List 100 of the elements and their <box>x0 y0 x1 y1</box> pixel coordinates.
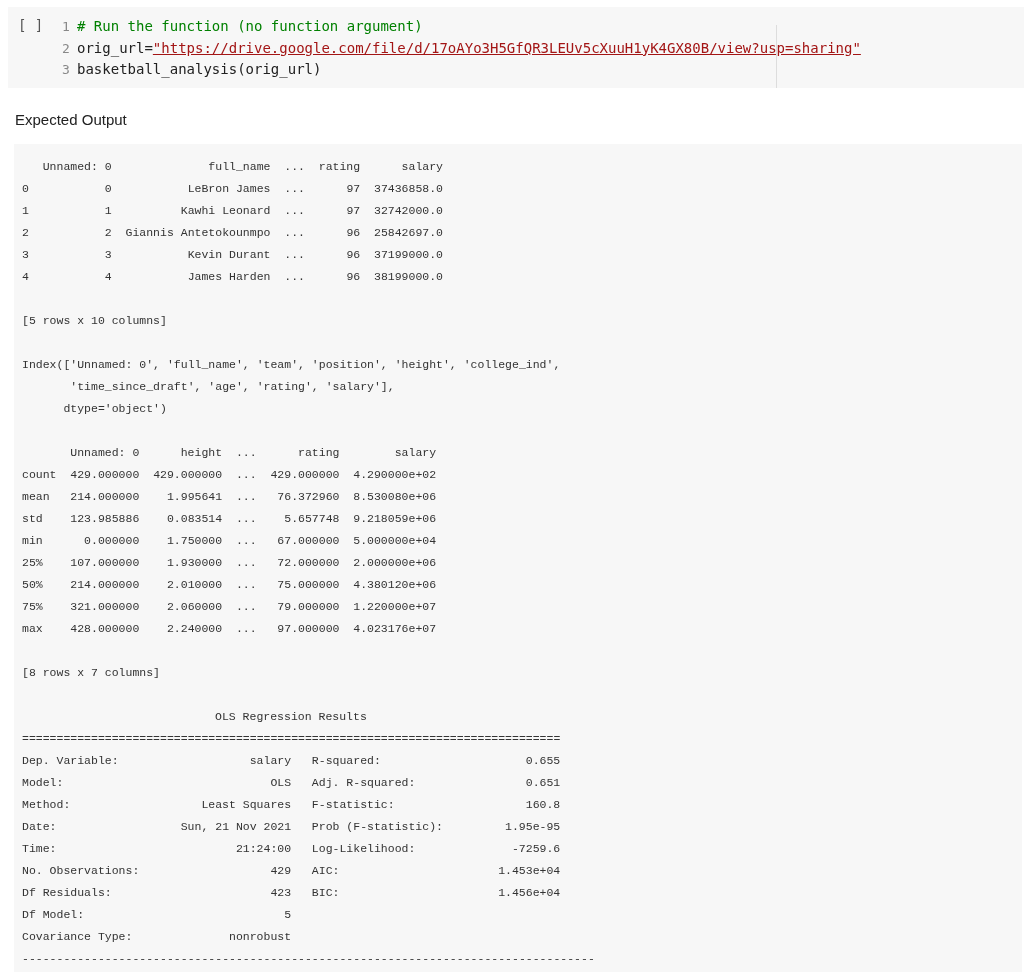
table-cell-text: 96 <box>345 225 361 241</box>
stat-value: 429 <box>269 863 292 879</box>
table-cell-text: 38199000.0 <box>374 269 443 285</box>
table-cell-text: 3 <box>103 247 112 263</box>
table-cell-text: 5.657748 <box>283 511 340 527</box>
rule-line: ============================================================================== <box>22 732 561 745</box>
run-indicator[interactable]: [ ] <box>18 17 62 35</box>
index-output-line: Index(['Unnamed: 0', 'full_name', 'team', 'position', 'height', 'college_ind', <box>22 357 561 373</box>
row-index: 3 <box>22 247 29 263</box>
table-cell-text: 2.060000 <box>165 599 223 615</box>
table-cell-text: ... <box>235 621 257 637</box>
table-cell-text: ... <box>284 269 305 285</box>
stat-label: Prob (F-statistic): <box>310 819 444 835</box>
table-cell-text: 4.290000e+02 <box>353 467 437 483</box>
rule-line: ----------------------------------------------------------------------------------- <box>22 952 595 965</box>
table-cell-text: ... <box>284 181 305 197</box>
table-cell-text: 97.000000 <box>276 621 340 637</box>
row-index: 4 <box>22 269 29 285</box>
row-label: std <box>22 511 44 527</box>
table-cell-text: ... <box>235 555 257 571</box>
table-cell-text: 9.218059e+06 <box>353 511 437 527</box>
table-cell-text: 96 <box>345 247 361 263</box>
table-cell-text: 321.000000 <box>70 599 140 615</box>
table-cell-text: ... <box>284 247 305 263</box>
stat-label: Log-Likelihood: <box>310 841 417 857</box>
column-header: Unnamed: 0 <box>70 445 140 461</box>
line-number: 1 <box>62 18 71 36</box>
table-cell-text: 97 <box>345 181 361 197</box>
table-cell-text: 4 <box>103 269 112 285</box>
column-header: ... <box>284 159 305 175</box>
table-cell-text: Kawhi Leonard <box>179 203 271 219</box>
stat-label: Df Model: <box>22 907 86 923</box>
row-label: 75% <box>22 599 44 615</box>
stat-label: Date: <box>22 819 58 835</box>
column-header: ... <box>235 445 257 461</box>
table-cell-text: ... <box>235 467 257 483</box>
table-cell-text: 107.000000 <box>70 555 140 571</box>
row-label: 50% <box>22 577 44 593</box>
table-cell-text: 75.000000 <box>276 577 340 593</box>
table-cell-text: 2.010000 <box>165 577 223 593</box>
stat-value: -7259.6 <box>510 841 561 857</box>
stat-value: Sun, 21 Nov 2021 <box>180 819 292 835</box>
row-index: 2 <box>22 225 29 241</box>
url-string-link[interactable]: "https://drive.google.com/file/d/17oAYo3H5GfQR3LEUv5cXuuH1yK4GX80B/view?usp=sharing" <box>152 39 861 56</box>
column-header: Unnamed: 0 <box>42 159 112 175</box>
table-cell-text: 429.000000 <box>270 467 340 483</box>
table-cell-text: Kevin Durant <box>186 247 271 263</box>
stat-value: nonrobust <box>228 929 292 945</box>
table-cell-text: 429.000000 <box>70 467 140 483</box>
stat-value: Least Squares <box>200 797 292 813</box>
table-cell-text: 67.000000 <box>276 533 340 549</box>
table-cell-text: 37436858.0 <box>374 181 443 197</box>
stat-label: Model: <box>22 775 65 791</box>
code-text: basketball_analysis(orig_url) <box>77 61 322 77</box>
table-cell-text: 428.000000 <box>70 621 140 637</box>
table-cell-text: 2.240000 <box>165 621 223 637</box>
table-cell-text: ... <box>235 533 257 549</box>
table-cell-text: 96 <box>345 269 361 285</box>
stat-label: F-statistic: <box>310 797 396 813</box>
table-cell-text: ... <box>284 203 305 219</box>
output-heading: Expected Output <box>15 111 127 128</box>
table-cell-text: 72.000000 <box>276 555 340 571</box>
row-index: 0 <box>22 181 29 197</box>
stat-value: 1.95e-95 <box>504 819 561 835</box>
line-number: 3 <box>62 61 71 79</box>
table-cell-text: James Harden <box>186 269 271 285</box>
table-cell-text: 123.985886 <box>70 511 140 527</box>
table-cell-text: 79.000000 <box>276 599 340 615</box>
table-cell-text: 1.995641 <box>165 489 223 505</box>
line-number: 2 <box>62 39 71 58</box>
table-cell-text: 214.000000 <box>70 489 140 505</box>
table-cell-text: ... <box>235 489 257 505</box>
column-header: salary <box>393 445 437 461</box>
stat-value: 423 <box>269 885 292 901</box>
stat-value: 0.651 <box>524 775 561 791</box>
summary-title: OLS Regression Results <box>215 710 367 723</box>
table-cell-text: 37199000.0 <box>374 247 443 263</box>
stat-label: AIC: <box>310 863 341 879</box>
column-header: full_name <box>207 159 271 175</box>
table-cell-text: 25842697.0 <box>374 225 443 241</box>
stat-value: 1.453e+04 <box>497 863 561 879</box>
stat-value: salary <box>248 753 292 769</box>
row-label: min <box>22 533 44 549</box>
table-cell-text: 8.530080e+06 <box>353 489 437 505</box>
table-cell-text: 4.023176e+07 <box>353 621 437 637</box>
column-header: rating <box>297 445 340 461</box>
code-comment: # Run the function (no function argument) <box>77 18 423 34</box>
table-cell-text: 4.380120e+06 <box>353 577 437 593</box>
table-cell-text: ... <box>235 599 257 615</box>
stat-value: 160.8 <box>524 797 561 813</box>
stat-label: Covariance Type: <box>22 929 134 945</box>
code-cell[interactable]: [ ] 1 # Run the function (no function argument) 2 orig_url="https://drive.google.com/file/d/17oAYo3H5GfQR3LEUv5cXuuH1yK4GX80B/view?usp=sharing" 3 basketball_analysis(orig_url) <box>8 7 1024 88</box>
table-cell-text: 2 <box>103 225 112 241</box>
stat-label: R-squared: <box>310 753 382 769</box>
column-header: salary <box>400 159 443 175</box>
code-text: orig_url= <box>77 39 153 56</box>
row-label: count <box>22 467 57 483</box>
stat-label: Dep. Variable: <box>22 753 120 769</box>
table-cell-text: 32742000.0 <box>374 203 443 219</box>
shape-text: [5 rows x 10 columns] <box>22 313 167 329</box>
